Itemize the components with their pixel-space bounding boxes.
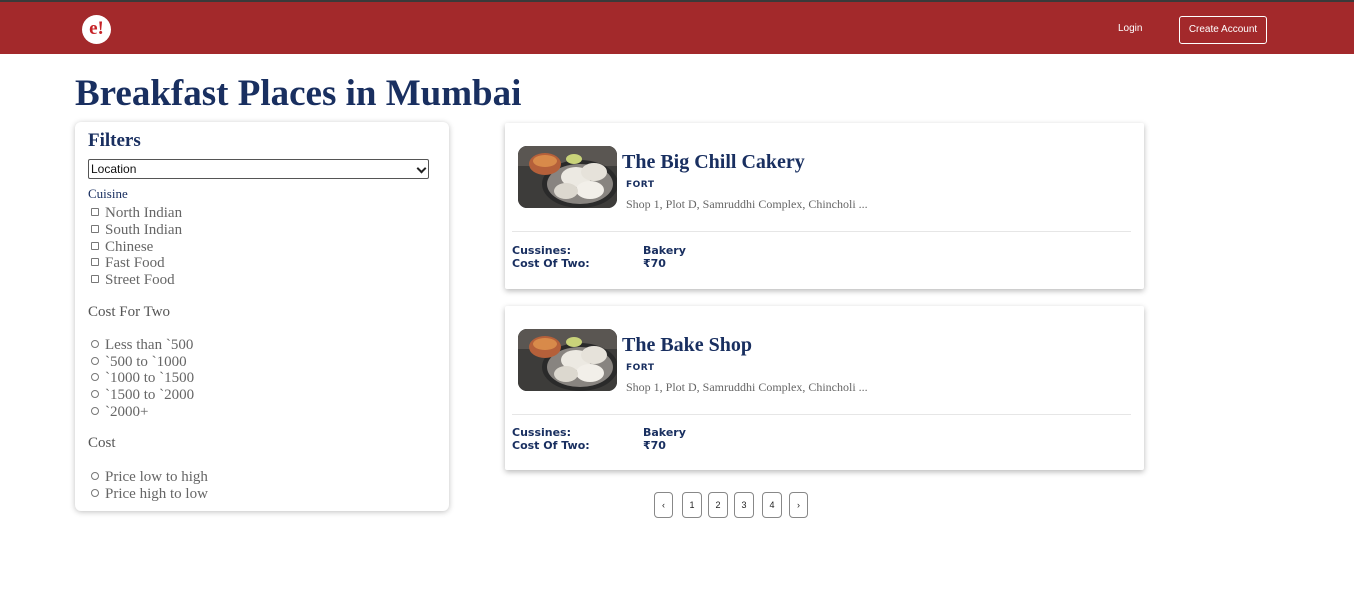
- cuisines-value: Bakery: [643, 426, 686, 439]
- radio-icon[interactable]: [91, 373, 99, 381]
- chevron-down-icon: [416, 163, 427, 174]
- top-navbar: e! Login Create Account: [0, 0, 1354, 54]
- cost-radio-3[interactable]: `1000 to `1500: [91, 370, 194, 387]
- radio-icon[interactable]: [91, 390, 99, 398]
- idli-food-photo-icon: [518, 146, 617, 208]
- restaurant-card[interactable]: The Bake Shop FORT Shop 1, Plot D, Samru…: [505, 306, 1144, 470]
- sort-cost-label: Cost: [88, 435, 116, 451]
- location-select[interactable]: Location: [88, 159, 429, 179]
- radio-icon[interactable]: [91, 340, 99, 348]
- sort-radio-low-high[interactable]: Price low to high: [91, 469, 208, 486]
- page-title: Breakfast Places in Mumbai: [75, 73, 522, 114]
- radio-icon[interactable]: [91, 489, 99, 497]
- filters-title: Filters: [88, 130, 141, 151]
- cuisine-option-label: Fast Food: [105, 255, 165, 271]
- pagination-page-2[interactable]: 2: [708, 492, 728, 518]
- radio-icon[interactable]: [91, 472, 99, 480]
- cost-value: ₹70: [643, 439, 666, 452]
- cuisine-checkbox-fast-food[interactable]: Fast Food: [91, 255, 165, 272]
- pagination-page-3[interactable]: 3: [734, 492, 754, 518]
- cost-option-label: `1000 to `1500: [105, 370, 195, 386]
- idli-food-photo-icon: [518, 329, 617, 391]
- cost-radio-4[interactable]: `1500 to `2000: [91, 387, 194, 404]
- sort-option-label: Price low to high: [105, 469, 208, 485]
- login-link[interactable]: Login: [1118, 23, 1142, 34]
- cuisine-checkbox-street-food[interactable]: Street Food: [91, 272, 175, 289]
- filters-panel: Filters Location Cuisine North Indian So…: [75, 122, 449, 511]
- restaurant-name[interactable]: The Big Chill Cakery: [622, 151, 805, 174]
- restaurant-card[interactable]: The Big Chill Cakery FORT Shop 1, Plot D…: [505, 123, 1144, 289]
- cost-option-label: Less than `500: [105, 337, 194, 353]
- location-select-value: Location: [91, 162, 137, 176]
- cost-option-label: `2000+: [105, 404, 149, 420]
- pagination-page-1[interactable]: 1: [682, 492, 702, 518]
- checkbox-icon[interactable]: [91, 208, 99, 216]
- restaurant-locality: FORT: [626, 363, 655, 373]
- cuisines-label: Cussines:: [512, 244, 572, 257]
- pagination-page-4[interactable]: 4: [762, 492, 782, 518]
- cost-option-label: `500 to `1000: [105, 354, 187, 370]
- cuisine-checkbox-chinese[interactable]: Chinese: [91, 239, 153, 256]
- card-divider: [512, 231, 1131, 232]
- cuisine-option-label: South Indian: [105, 222, 183, 238]
- logo-icon[interactable]: e!: [82, 15, 111, 44]
- cost-option-label: `1500 to `2000: [105, 387, 195, 403]
- pagination-prev-button[interactable]: ‹: [654, 492, 673, 518]
- card-divider: [512, 414, 1131, 415]
- cost-label: Cost Of Two:: [512, 257, 590, 270]
- cost-for-two-label: Cost For Two: [88, 304, 171, 320]
- restaurant-locality: FORT: [626, 180, 655, 190]
- cost-radio-2[interactable]: `500 to `1000: [91, 354, 187, 371]
- cuisine-checkbox-north-indian[interactable]: North Indian: [91, 205, 182, 222]
- cost-radio-1[interactable]: Less than `500: [91, 337, 193, 354]
- sort-option-label: Price high to low: [105, 486, 208, 502]
- cuisine-option-label: Street Food: [105, 272, 175, 288]
- checkbox-icon[interactable]: [91, 242, 99, 250]
- cuisines-value: Bakery: [643, 244, 686, 257]
- checkbox-icon[interactable]: [91, 275, 99, 283]
- cost-value: ₹70: [643, 257, 666, 270]
- cuisine-label: Cuisine: [88, 186, 128, 201]
- cuisine-checkbox-south-indian[interactable]: South Indian: [91, 222, 182, 239]
- radio-icon[interactable]: [91, 407, 99, 415]
- restaurant-address: Shop 1, Plot D, Samruddhi Complex, Chinc…: [626, 380, 868, 394]
- checkbox-icon[interactable]: [91, 258, 99, 266]
- pagination-next-button[interactable]: ›: [789, 492, 808, 518]
- cuisines-label: Cussines:: [512, 426, 572, 439]
- checkbox-icon[interactable]: [91, 225, 99, 233]
- sort-radio-high-low[interactable]: Price high to low: [91, 486, 208, 503]
- radio-icon[interactable]: [91, 357, 99, 365]
- cost-radio-5[interactable]: `2000+: [91, 404, 148, 421]
- restaurant-address: Shop 1, Plot D, Samruddhi Complex, Chinc…: [626, 197, 868, 211]
- cuisine-option-label: North Indian: [105, 205, 183, 221]
- create-account-button[interactable]: Create Account: [1179, 16, 1267, 44]
- cuisine-option-label: Chinese: [105, 239, 154, 255]
- cost-label: Cost Of Two:: [512, 439, 590, 452]
- restaurant-name[interactable]: The Bake Shop: [622, 334, 752, 357]
